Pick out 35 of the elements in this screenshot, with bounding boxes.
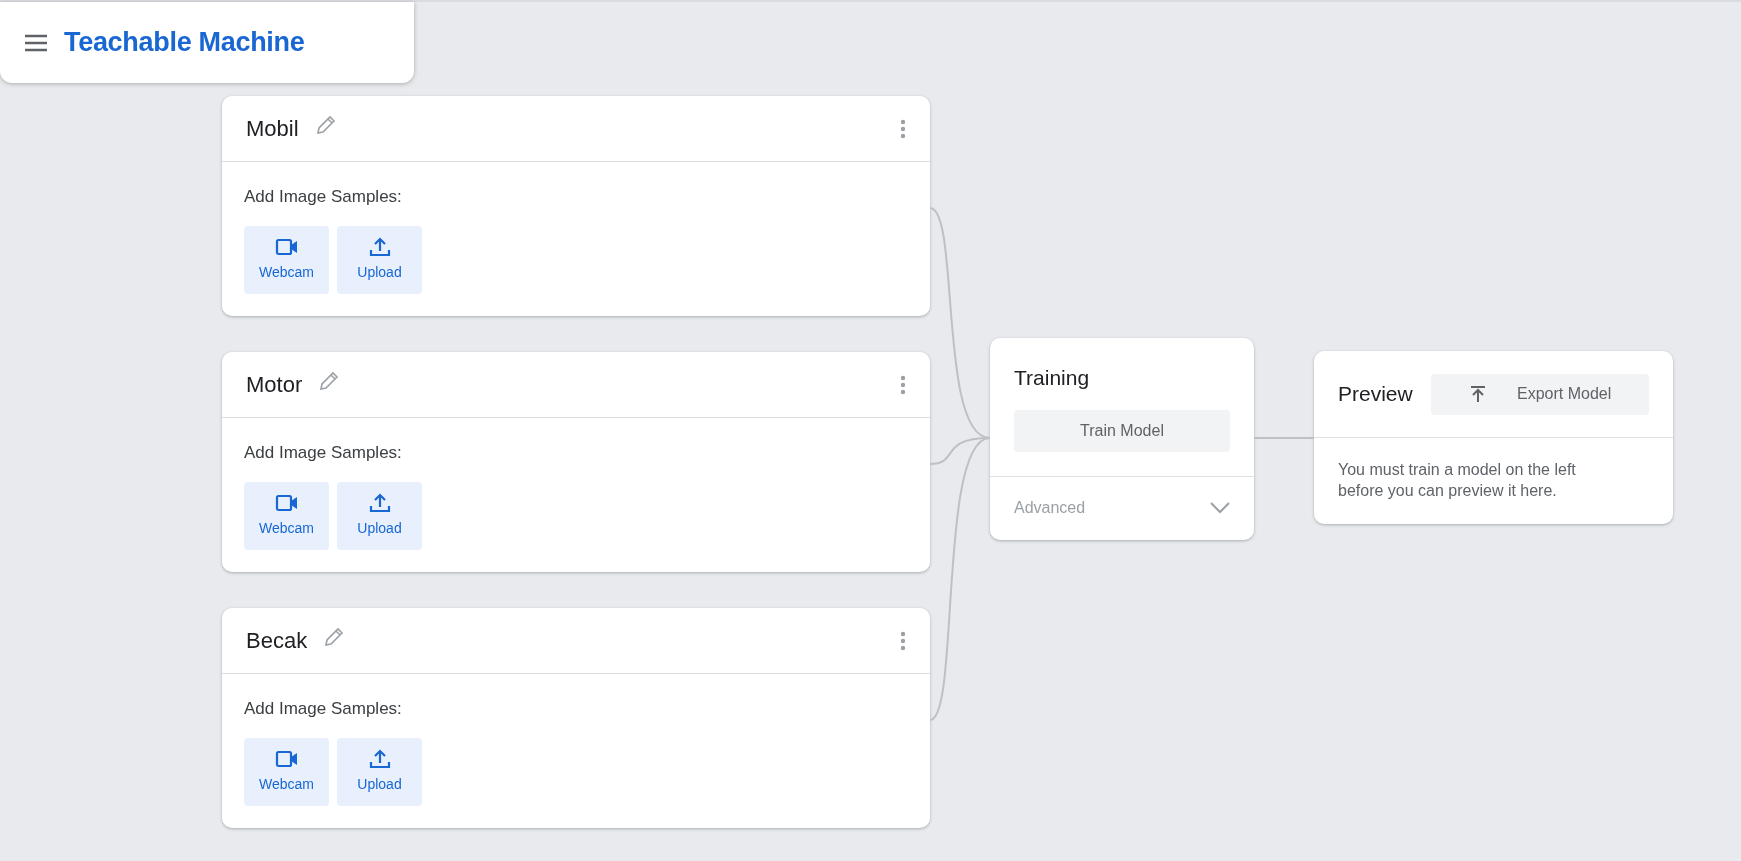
upload-icon [367, 492, 392, 514]
samples-label: Add Image Samples: [244, 698, 403, 720]
train-model-button[interactable]: Train Model [1014, 409, 1230, 452]
menu-icon[interactable] [24, 33, 48, 52]
more-options-icon[interactable] [900, 118, 906, 139]
chevron-down-icon[interactable] [1210, 502, 1230, 514]
samples-label: Add Image Samples: [244, 186, 403, 208]
export-icon [1469, 385, 1487, 403]
video-camera-icon [274, 748, 299, 770]
connector-line [1253, 437, 1315, 439]
advanced-toggle[interactable]: Advanced [1014, 496, 1086, 520]
upload-button[interactable]: Upload [337, 481, 422, 550]
webcam-button[interactable]: Webcam [244, 737, 329, 806]
preview-message: You must train a model on the left before you can preview it here. [1338, 460, 1577, 501]
more-options-icon[interactable] [900, 630, 906, 651]
upload-button[interactable]: Upload [337, 737, 422, 806]
upload-icon [367, 748, 392, 770]
class-name: Becak [246, 627, 308, 655]
preview-title: Preview [1338, 381, 1413, 408]
upload-icon [367, 236, 392, 258]
webcam-button[interactable]: Webcam [244, 481, 329, 550]
samples-label: Add Image Samples: [244, 442, 403, 464]
export-model-button[interactable]: Export Model [1431, 373, 1649, 415]
class-name: Motor [246, 371, 303, 399]
upload-button[interactable]: Upload [337, 225, 422, 294]
video-camera-icon [274, 492, 299, 514]
training-title: Training [1014, 365, 1091, 391]
video-camera-icon [274, 236, 299, 258]
pencil-icon[interactable] [318, 369, 341, 392]
pencil-icon[interactable] [323, 625, 346, 648]
class-name: Mobil [246, 115, 299, 143]
pencil-icon[interactable] [314, 113, 337, 136]
app-title: Teachable Machine [64, 26, 305, 60]
more-options-icon[interactable] [900, 374, 906, 395]
webcam-button[interactable]: Webcam [244, 225, 329, 294]
